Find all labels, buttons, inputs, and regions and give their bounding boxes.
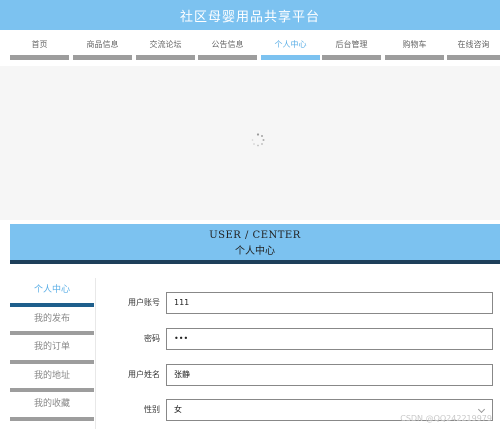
nav-item-notices[interactable]: 公告信息: [198, 38, 257, 60]
sidebar-item-my-orders[interactable]: 我的订单: [10, 335, 94, 364]
form-row-password: 密码 •••: [100, 328, 500, 352]
gender-select-value: 女: [174, 405, 182, 414]
site-header: 社区母婴用品共享平台: [0, 0, 500, 30]
sidebar-divider: [95, 278, 96, 429]
chevron-down-icon: [477, 405, 486, 414]
nav-item-underline: [322, 55, 381, 60]
nav-item-underline: [10, 55, 69, 60]
nav-item-label: 商品信息: [86, 40, 119, 49]
gender-label: 性别: [144, 405, 160, 414]
nav-item-label: 后台管理: [335, 40, 368, 49]
nav-item-underline: [73, 55, 132, 60]
sidebar-item-label: 我的地址: [33, 370, 70, 381]
nav-item-cart[interactable]: 购物车: [385, 38, 444, 60]
sidebar-item-label: 我的发布: [33, 313, 70, 324]
sidebar-item-my-favorites[interactable]: 我的收藏: [10, 392, 94, 421]
sidebar-item-label: 我的订单: [33, 342, 70, 352]
nav-item-underline: [385, 55, 444, 60]
nav-item-user-center[interactable]: 个人中心: [261, 38, 320, 60]
nav-item-underline: [136, 55, 195, 60]
sidebar-item-underline: [10, 416, 94, 421]
sidebar-item-user-center[interactable]: 个人中心: [10, 278, 94, 307]
name-input[interactable]: 张静: [166, 364, 493, 386]
account-label: 用户账号: [128, 298, 160, 307]
account-input[interactable]: 111: [166, 292, 493, 314]
nav-item-label: 个人中心: [274, 40, 307, 49]
sidebar-item-my-address[interactable]: 我的地址: [10, 364, 94, 392]
main-nav: 首页 商品信息 交流论坛 公告信息 个人中心 后台管理 购物车 在线咨询: [0, 30, 500, 66]
nav-item-products[interactable]: 商品信息: [73, 38, 132, 60]
banner-carousel: [0, 66, 500, 220]
nav-item-label: 交流论坛: [149, 40, 182, 49]
watermark: CSDN @QQ242219979: [400, 414, 492, 423]
nav-item-admin[interactable]: 后台管理: [322, 38, 381, 60]
password-label: 密码: [144, 334, 160, 343]
nav-item-underline: [261, 55, 320, 60]
sidebar-item-label: 个人中心: [33, 285, 70, 295]
form-row-account: 用户账号 111: [100, 292, 500, 316]
sidebar-item-my-posts[interactable]: 我的发布: [10, 307, 94, 335]
name-label: 用户姓名: [128, 370, 160, 379]
nav-item-label: 在线咨询: [457, 40, 490, 49]
site-title: 社区母婴用品共享平台: [179, 9, 320, 25]
section-title-bar: USER / CENTER 个人中心: [10, 224, 500, 264]
password-input[interactable]: •••: [166, 328, 493, 350]
nav-item-home[interactable]: 首页: [10, 38, 69, 60]
nav-item-consult[interactable]: 在线咨询: [447, 38, 500, 60]
nav-item-forum[interactable]: 交流论坛: [136, 38, 195, 60]
nav-item-label: 购物车: [402, 40, 427, 49]
loading-spinner-icon: [251, 133, 265, 147]
nav-item-label: 首页: [31, 40, 48, 49]
form-row-name: 用户姓名 张静: [100, 364, 500, 388]
user-sidebar: 个人中心 我的发布 我的订单 我的地址 我的收藏: [10, 278, 94, 421]
nav-item-label: 公告信息: [211, 40, 244, 49]
nav-item-underline: [447, 55, 500, 60]
nav-item-underline: [198, 55, 257, 60]
sidebar-item-label: 我的收藏: [33, 399, 70, 409]
section-title-cn: 个人中心: [235, 246, 275, 257]
section-title-en: USER / CENTER: [209, 230, 301, 241]
